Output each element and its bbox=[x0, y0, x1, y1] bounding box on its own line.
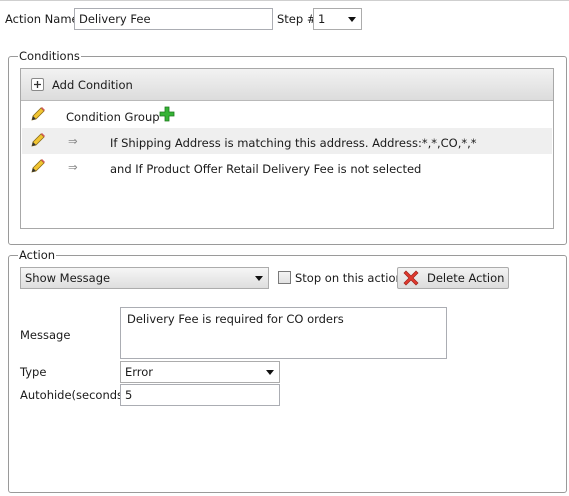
type-select[interactable]: Error bbox=[120, 361, 280, 383]
condition-group-label: Condition Group bbox=[66, 110, 160, 124]
action-name-label: Action Name bbox=[5, 12, 79, 26]
condition-text: and If Product Offer Retail Delivery Fee… bbox=[110, 162, 422, 176]
pencil-edit-icon[interactable] bbox=[29, 157, 47, 175]
action-type-value: Show Message bbox=[25, 271, 111, 285]
type-select-value: Error bbox=[125, 365, 154, 379]
condition-row[interactable]: ⇒ If Shipping Address is matching this a… bbox=[22, 128, 552, 154]
arrow-right-icon: ⇒ bbox=[68, 160, 78, 174]
condition-row[interactable]: ⇒ and If Product Offer Retail Delivery F… bbox=[22, 154, 552, 180]
stop-label: Stop on this action bbox=[295, 271, 403, 285]
arrow-right-icon: ⇒ bbox=[68, 134, 78, 148]
action-name-input[interactable]: Delivery Fee bbox=[74, 8, 273, 30]
conditions-legend: Conditions bbox=[18, 49, 81, 63]
chevron-down-icon bbox=[348, 17, 356, 22]
step-select[interactable]: 1 bbox=[313, 8, 362, 30]
add-condition-label: Add Condition bbox=[52, 78, 133, 92]
condition-text: If Shipping Address is matching this add… bbox=[110, 136, 477, 150]
step-label: Step # bbox=[277, 12, 317, 26]
chevron-down-icon bbox=[255, 276, 263, 281]
step-select-value: 1 bbox=[318, 12, 326, 26]
delete-action-button[interactable]: Delete Action bbox=[397, 267, 509, 289]
plus-icon bbox=[31, 78, 44, 91]
chevron-down-icon bbox=[266, 370, 274, 375]
action-type-select[interactable]: Show Message bbox=[20, 267, 269, 289]
stop-checkbox[interactable] bbox=[278, 271, 291, 284]
message-text: Delivery Fee is required for CO orders bbox=[127, 312, 344, 326]
message-label: Message bbox=[20, 328, 71, 342]
action-legend: Action bbox=[18, 248, 57, 262]
autohide-label: Autohide(seconds) bbox=[20, 388, 128, 402]
condition-row[interactable]: Condition Group bbox=[22, 102, 552, 128]
top-border bbox=[0, 0, 569, 1]
action-group bbox=[8, 255, 567, 493]
delete-action-label: Delete Action bbox=[427, 271, 505, 285]
red-x-icon bbox=[403, 270, 419, 292]
pencil-edit-icon[interactable] bbox=[29, 105, 47, 123]
type-label: Type bbox=[20, 365, 47, 379]
add-green-plus-icon[interactable] bbox=[159, 106, 175, 125]
pencil-edit-icon[interactable] bbox=[29, 131, 47, 149]
message-textarea[interactable]: Delivery Fee is required for CO orders bbox=[120, 307, 447, 359]
conditions-toolbar: Add Condition bbox=[21, 69, 553, 101]
autohide-input[interactable]: 5 bbox=[120, 384, 280, 406]
conditions-panel: Add Condition Condition Group ⇒ If Shipp… bbox=[20, 68, 554, 229]
